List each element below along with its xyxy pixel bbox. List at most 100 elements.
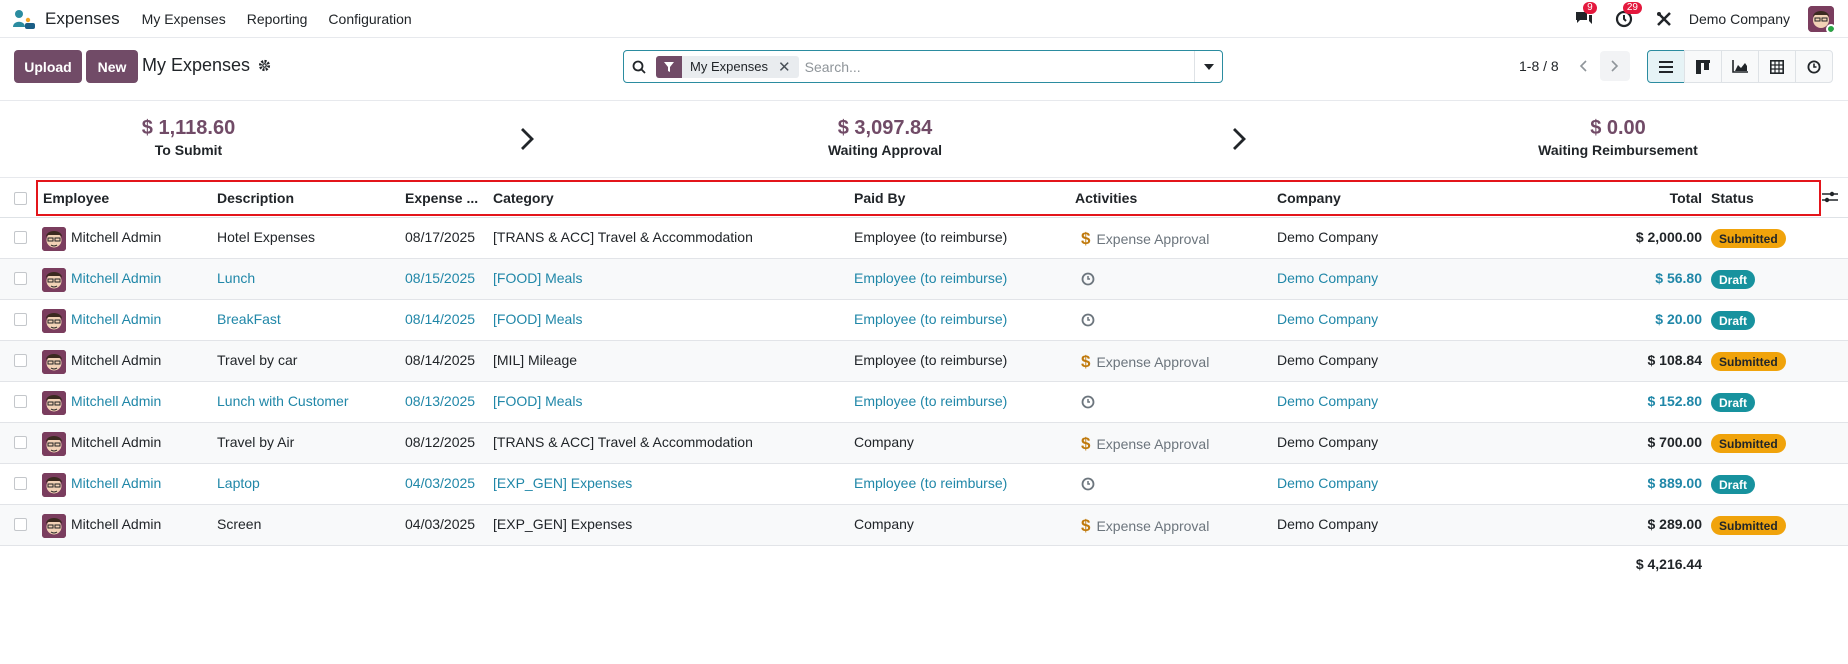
category: [EXP_GEN] Expenses: [493, 475, 633, 491]
employee-name: Mitchell Admin: [71, 434, 162, 450]
category: [TRANS & ACC] Travel & Accommodation: [493, 229, 753, 245]
company: Demo Company: [1277, 311, 1379, 327]
new-button[interactable]: New: [86, 50, 138, 83]
menu-reporting[interactable]: Reporting: [247, 11, 308, 27]
company: Demo Company: [1277, 270, 1379, 286]
activity-cell[interactable]: [1081, 311, 1095, 330]
messages-badge: 9: [1582, 2, 1597, 14]
category: [MIL] Mileage: [493, 352, 578, 368]
facet-remove-icon[interactable]: ✕: [776, 58, 799, 76]
pager-previous-button[interactable]: [1568, 51, 1598, 81]
expenses-app-icon[interactable]: [12, 8, 36, 30]
status-badge: Submitted: [1711, 229, 1786, 248]
category: [FOOD] Meals: [493, 311, 583, 327]
main-menu: My Expenses Reporting Configuration: [142, 11, 412, 27]
table-row[interactable]: Mitchell Admin Lunch with Customer 08/13…: [0, 382, 1848, 423]
row-checkbox[interactable]: [14, 354, 27, 367]
employee-name: Mitchell Admin: [71, 516, 162, 532]
dollar-icon: $: [1081, 352, 1091, 371]
search-input[interactable]: [798, 51, 1194, 82]
select-all-checkbox[interactable]: [14, 192, 27, 205]
search-facet[interactable]: My Expenses ✕: [656, 55, 799, 78]
page-title: My Expenses: [142, 55, 271, 76]
description: Laptop: [217, 475, 260, 491]
total-amount: $ 152.80: [1647, 393, 1703, 409]
activity-view-button[interactable]: [1795, 50, 1833, 83]
search-options-toggle[interactable]: [1194, 51, 1222, 82]
upload-button[interactable]: Upload: [14, 50, 82, 83]
row-checkbox[interactable]: [14, 518, 27, 531]
app-name[interactable]: Expenses: [45, 9, 120, 29]
top-navbar: Expenses My Expenses Reporting Configura…: [0, 0, 1848, 38]
employee-name: Mitchell Admin: [71, 475, 162, 491]
row-checkbox[interactable]: [14, 436, 27, 449]
employee-avatar: [42, 309, 66, 333]
summary-to-submit[interactable]: $ 1,118.60 To Submit: [106, 117, 271, 158]
description: Screen: [217, 516, 262, 532]
pager-next-button[interactable]: [1600, 51, 1630, 81]
paid-by: Company: [854, 434, 914, 450]
company: Demo Company: [1277, 393, 1379, 409]
activity-cell[interactable]: [1081, 475, 1095, 494]
employee-avatar: [42, 227, 66, 251]
graph-view-button[interactable]: [1721, 50, 1759, 83]
expense-date: 08/15/2025: [405, 270, 476, 286]
table-row[interactable]: Mitchell Admin Screen 04/03/2025 [EXP_GE…: [0, 505, 1848, 546]
messages-button[interactable]: 9: [1573, 2, 1597, 30]
debug-tools-button[interactable]: [1653, 8, 1675, 30]
activity-cell[interactable]: $ Expense Approval: [1081, 229, 1209, 249]
activity-cell[interactable]: [1081, 393, 1095, 412]
summary-waiting-approval[interactable]: $ 3,097.84 Waiting Approval: [800, 117, 970, 158]
description: Travel by car: [217, 352, 298, 368]
category: [EXP_GEN] Expenses: [493, 516, 633, 532]
list-view-button[interactable]: [1647, 50, 1685, 83]
row-checkbox[interactable]: [14, 231, 27, 244]
row-checkbox[interactable]: [14, 272, 27, 285]
sliders-icon: [1822, 191, 1838, 203]
table-row[interactable]: Mitchell Admin Laptop 04/03/2025 [EXP_GE…: [0, 464, 1848, 505]
user-avatar[interactable]: [1808, 6, 1834, 32]
menu-configuration[interactable]: Configuration: [328, 11, 411, 27]
table-row[interactable]: Mitchell Admin Hotel Expenses 08/17/2025…: [0, 218, 1848, 259]
pager-value[interactable]: 1-8 / 8: [1519, 58, 1559, 74]
expense-date: 08/14/2025: [405, 352, 476, 368]
table-row[interactable]: Mitchell Admin Lunch 08/15/2025 [FOOD] M…: [0, 259, 1848, 300]
company: Demo Company: [1277, 475, 1379, 491]
status-badge: Submitted: [1711, 434, 1786, 453]
company-switcher[interactable]: Demo Company: [1689, 11, 1790, 27]
paid-by: Company: [854, 516, 914, 532]
search-icon: [624, 60, 654, 74]
header-highlight-box: [36, 180, 1821, 216]
employee-name: Mitchell Admin: [71, 311, 162, 327]
employee-avatar: [42, 514, 66, 538]
row-checkbox[interactable]: [14, 395, 27, 408]
activity-cell[interactable]: [1081, 270, 1095, 289]
control-panel: Upload New My Expenses My Expenses ✕ 1: [0, 38, 1848, 100]
row-checkbox[interactable]: [14, 477, 27, 490]
activities-button[interactable]: 29: [1613, 2, 1642, 30]
facet-label: My Expenses: [690, 59, 769, 74]
activity-label: Expense Approval: [1096, 354, 1210, 370]
optional-columns-toggle[interactable]: [1822, 190, 1838, 207]
table-row[interactable]: Mitchell Admin BreakFast 08/14/2025 [FOO…: [0, 300, 1848, 341]
table-body: Mitchell Admin Hotel Expenses 08/17/2025…: [0, 218, 1848, 546]
menu-my-expenses[interactable]: My Expenses: [142, 11, 226, 27]
summary-amount: $ 0.00: [1590, 117, 1646, 139]
gear-icon[interactable]: [258, 59, 271, 72]
summary-waiting-reimbursement[interactable]: $ 0.00 Waiting Reimbursement: [1522, 117, 1714, 158]
search-bar[interactable]: My Expenses ✕: [623, 50, 1223, 83]
table-row[interactable]: Mitchell Admin Travel by Air 08/12/2025 …: [0, 423, 1848, 464]
row-checkbox[interactable]: [14, 313, 27, 326]
dollar-icon: $: [1081, 229, 1091, 248]
kanban-view-button[interactable]: [1684, 50, 1722, 83]
table-row[interactable]: Mitchell Admin Travel by car 08/14/2025 …: [0, 341, 1848, 382]
description: Travel by Air: [217, 434, 295, 450]
online-status-dot: [1826, 24, 1834, 32]
summary-amount: $ 1,118.60: [141, 117, 236, 139]
chevron-left-icon: [1579, 60, 1587, 72]
activity-cell[interactable]: $ Expense Approval: [1081, 352, 1209, 372]
activity-cell[interactable]: $ Expense Approval: [1081, 516, 1209, 536]
activity-cell[interactable]: $ Expense Approval: [1081, 434, 1209, 454]
pivot-view-button[interactable]: [1758, 50, 1796, 83]
expense-summary: $ 1,118.60 To Submit $ 3,097.84 Waiting …: [0, 100, 1848, 178]
